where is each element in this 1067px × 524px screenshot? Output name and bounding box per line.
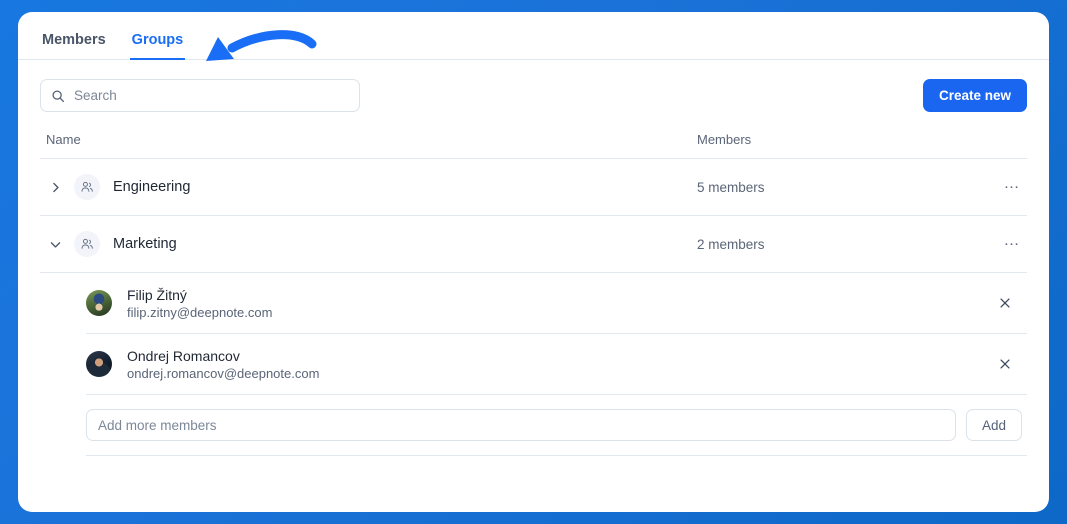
chevron-right-icon[interactable] [40,181,70,194]
search-box [40,79,360,112]
add-members-row: Add [86,395,1027,456]
close-icon[interactable] [988,296,1022,310]
create-new-button[interactable]: Create new [922,79,1027,112]
settings-card: Members Groups Create new Name Members [18,12,1049,512]
search-icon [51,89,65,103]
users-icon [74,174,100,200]
group-member-count: 2 members [697,236,765,252]
add-button[interactable]: Add [965,409,1022,441]
toolbar: Create new [18,60,1049,112]
groups-table: Name Members Engineering 5 members … Mar… [18,132,1049,456]
member-name: Filip Žitný [127,286,187,303]
group-member-count: 5 members [697,179,765,195]
row-actions-button[interactable]: … [997,233,1027,255]
avatar [86,290,112,316]
member-email: ondrej.romancov@deepnote.com [127,365,320,381]
member-info: Filip Žitný filip.zitny@deepnote.com [112,287,988,320]
table-row[interactable]: Engineering 5 members … [40,159,1027,216]
row-actions-button[interactable]: … [997,176,1027,198]
list-item: Filip Žitný filip.zitny@deepnote.com [86,273,1027,334]
add-members-input[interactable] [86,409,956,441]
avatar [86,351,112,377]
search-input[interactable] [40,79,360,112]
close-icon[interactable] [988,357,1022,371]
group-name: Engineering [113,179,191,195]
column-header-name: Name [46,132,81,147]
list-item: Ondrej Romancov ondrej.romancov@deepnote… [86,334,1027,395]
member-email: filip.zitny@deepnote.com [127,304,273,320]
tab-members[interactable]: Members [40,32,108,61]
member-info: Ondrej Romancov ondrej.romancov@deepnote… [112,348,988,381]
chevron-down-icon[interactable] [40,238,70,251]
group-name: Marketing [113,236,177,252]
column-header-members: Members [697,132,752,147]
tab-bar: Members Groups [18,12,1049,60]
users-icon [74,231,100,257]
tab-groups[interactable]: Groups [129,32,186,60]
table-row[interactable]: Marketing 2 members … [40,216,1027,273]
table-header-row: Name Members [40,132,1027,159]
member-name: Ondrej Romancov [127,347,240,364]
